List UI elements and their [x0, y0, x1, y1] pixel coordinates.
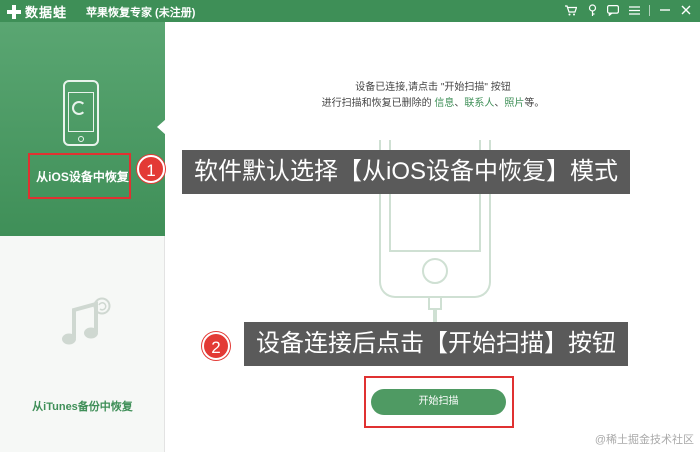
feedback-icon[interactable]: [607, 3, 619, 17]
highlight-box: [28, 153, 131, 199]
logo-text: 数据蛙: [25, 5, 68, 20]
step-badge: 1: [137, 155, 165, 183]
instruction-text: 进行扫描和恢复已删除的: [321, 98, 435, 109]
instructions: 设备已连接,请点击 "开始扫描" 按钮 进行扫描和恢复已删除的 信息、联系人、照…: [166, 80, 700, 112]
highlight-box: [364, 376, 514, 428]
watermark: @稀土掘金技术社区: [594, 434, 694, 446]
sidebar-item-label: 从iTunes备份中恢复: [32, 401, 133, 413]
step-badge: 2: [202, 332, 230, 360]
sidebar-item-itunes-recovery[interactable]: 从iTunes备份中恢复: [0, 236, 165, 452]
sidebar-item-ios-recovery[interactable]: 从iOS设备中恢复: [0, 22, 166, 236]
menu-icon[interactable]: [628, 3, 640, 17]
sidebar: 从iOS设备中恢复 从iTunes备份中恢复: [0, 22, 166, 452]
annotation-callout: 软件默认选择【从iOS设备中恢复】模式: [182, 150, 631, 194]
separator: 、: [454, 98, 465, 109]
annotation-callout: 设备连接后点击【开始扫描】按钮: [244, 322, 628, 366]
key-icon[interactable]: [586, 3, 598, 17]
instruction-line-2: 进行扫描和恢复已删除的 信息、联系人、照片等。: [166, 96, 700, 112]
lightning-connector: [428, 298, 442, 310]
divider: [649, 4, 650, 16]
link-photos[interactable]: 照片: [504, 98, 524, 109]
link-info[interactable]: 信息: [434, 98, 454, 109]
close-icon[interactable]: [680, 3, 692, 17]
cart-icon[interactable]: [565, 3, 577, 17]
minimize-icon[interactable]: [659, 3, 671, 17]
music-sync-icon: [62, 297, 111, 345]
app-title: 苹果恢复专家 (未注册): [86, 7, 196, 19]
plus-logo-icon: [6, 4, 22, 20]
title-bar: 数据蛙 苹果恢复专家 (未注册): [0, 0, 700, 22]
instruction-line-1: 设备已连接,请点击 "开始扫描" 按钮: [355, 82, 511, 93]
link-contacts[interactable]: 联系人: [464, 98, 494, 109]
instruction-text: 等。: [524, 98, 545, 109]
window-controls: [565, 3, 692, 17]
main-panel: 设备已连接,请点击 "开始扫描" 按钮 进行扫描和恢复已删除的 信息、联系人、照…: [166, 22, 700, 452]
app-logo: 数据蛙: [6, 2, 67, 21]
phone-sync-icon: [63, 80, 99, 146]
separator: 、: [494, 98, 505, 109]
